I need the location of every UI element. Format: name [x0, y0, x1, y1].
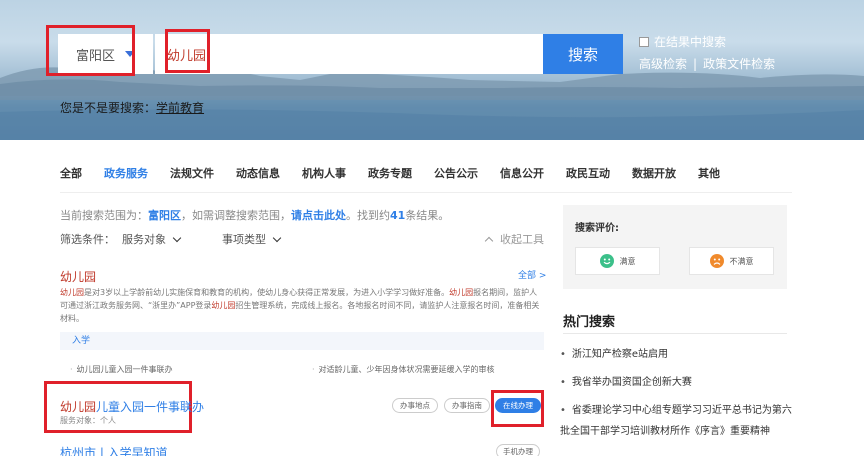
keyword-highlight: 幼儿园 — [211, 301, 236, 310]
tab-personnel[interactable]: 机构人事 — [302, 165, 346, 181]
suggestion-prefix: 您是不是要搜索： — [60, 101, 157, 115]
description-text: 是对3岁以上学龄前幼儿实施保育和教育的机构，使幼儿身心获得正常发展，为进入小学学… — [84, 288, 450, 297]
scope-text: 条结果。 — [405, 209, 450, 222]
tab-disclosure[interactable]: 信息公开 — [500, 165, 544, 181]
hot-search-title: 热门搜索 — [563, 315, 616, 330]
next-result-title-link[interactable]: 杭州市 | 入学早知道 — [60, 444, 168, 456]
evaluation-title: 搜索评价: — [575, 223, 619, 234]
advanced-links: 高级检索 | 政策文件检索 — [639, 55, 775, 72]
hot-search-item[interactable]: 省委理论学习中心组专题学习习近平总书记为第六批全国干部学习培训教材所作《序言》重… — [560, 400, 792, 442]
chevron-up-icon — [484, 236, 494, 246]
search-in-result-label: 在结果中搜索 — [654, 35, 727, 49]
filter-item-type-label: 事项类型 — [222, 233, 266, 246]
tab-government-services[interactable]: 政务服务 — [104, 165, 148, 181]
service-guide-button[interactable]: 办事指南 — [444, 398, 490, 413]
keyword-highlight: 幼儿园 — [60, 400, 97, 414]
unsatisfied-label: 不满意 — [729, 256, 754, 266]
search-evaluation-panel: 搜索评价: 满意 不满意 — [563, 205, 787, 289]
filter-label: 筛选条件： — [60, 233, 115, 246]
tab-open-data[interactable]: 数据开放 — [632, 165, 676, 181]
scope-region: 富阳区 — [148, 209, 181, 222]
advanced-search-link[interactable]: 高级检索 — [639, 57, 687, 71]
tab-news[interactable]: 动态信息 — [236, 165, 280, 181]
tab-all[interactable]: 全部 — [60, 165, 82, 181]
sub-item-link[interactable]: 对适龄儿童、少年因身体状况需要延缓入学的审核 — [312, 364, 495, 375]
result-description: 幼儿园是对3岁以上学龄前幼儿实施保育和教育的机构，使幼儿身心获得正常发展，为进入… — [60, 286, 544, 325]
tab-divider — [60, 192, 792, 193]
online-apply-button[interactable]: 在线办理 — [495, 398, 541, 413]
search-input[interactable] — [155, 34, 543, 74]
office-location-button[interactable]: 办事地点 — [392, 398, 438, 413]
region-value: 富阳区 — [76, 48, 116, 64]
satisfied-button[interactable]: 满意 — [575, 247, 660, 275]
caret-down-icon — [125, 51, 135, 57]
filter-service-target[interactable]: 服务对象 — [122, 231, 182, 247]
chevron-down-icon — [172, 233, 182, 243]
collapse-tools-button[interactable]: 收起工具 — [484, 231, 544, 247]
hot-search-item[interactable]: 我省举办国资国企创新大赛 — [560, 372, 792, 393]
tab-other[interactable]: 其他 — [698, 165, 720, 181]
search-results-page: 富阳区 搜索 在结果中搜索 高级检索 | 政策文件检索 您是不是要搜索：学前教育 全… — [0, 0, 864, 456]
keyword-highlight: 幼儿园 — [449, 288, 474, 297]
keyword-highlight: 幼儿园 — [60, 288, 84, 297]
service-title-text: 儿童入园一件事联办 — [96, 400, 205, 414]
search-in-result-option[interactable]: 在结果中搜索 — [639, 33, 726, 50]
search-button[interactable]: 搜索 — [543, 34, 623, 74]
search-scope-info: 当前搜索范围为：富阳区，如需调整搜索范围，请点击此处。找到约41条结果。 — [60, 207, 449, 223]
policy-search-link[interactable]: 政策文件检索 — [703, 57, 775, 71]
result-count: 41 — [390, 209, 406, 222]
checkbox-icon[interactable] — [639, 36, 649, 47]
result-title-link[interactable]: 幼儿园 — [60, 268, 96, 285]
link-separator: | — [693, 57, 698, 71]
scope-text: 。找到约 — [346, 209, 390, 222]
filter-item-type[interactable]: 事项类型 — [222, 231, 282, 247]
category-tabs: 全部 政务服务 法规文件 动态信息 机构人事 政务专题 公告公示 信息公开 政民… — [60, 165, 742, 181]
smile-face-icon — [599, 254, 614, 268]
service-title-link[interactable]: 幼儿园儿童入园一件事联办 — [60, 398, 204, 415]
hot-search-item[interactable]: 浙江知产检察e站启用 — [560, 344, 792, 365]
chevron-down-icon — [272, 233, 282, 243]
mobile-apply-button[interactable]: 手机办理 — [496, 444, 540, 456]
tab-announcements[interactable]: 公告公示 — [434, 165, 478, 181]
unsatisfied-button[interactable]: 不满意 — [689, 247, 774, 275]
sub-item-link[interactable]: 幼儿园儿童入园一件事联办 — [70, 364, 173, 375]
hot-search-divider — [563, 333, 787, 334]
category-bar[interactable]: 入学 — [60, 332, 544, 350]
tab-interaction[interactable]: 政民互动 — [566, 165, 610, 181]
region-select[interactable]: 富阳区 — [58, 34, 153, 74]
suggestion-link[interactable]: 学前教育 — [156, 101, 204, 115]
result-more-link[interactable]: 全部 > — [518, 268, 546, 281]
hero-banner: 富阳区 搜索 在结果中搜索 高级检索 | 政策文件检索 您是不是要搜索：学前教育 — [0, 0, 864, 140]
scope-text: ，如需调整搜索范围， — [181, 209, 291, 222]
scope-text: 当前搜索范围为： — [60, 209, 148, 222]
collapse-tools-label: 收起工具 — [500, 233, 544, 246]
sad-face-icon — [709, 254, 724, 268]
filter-service-target-label: 服务对象 — [122, 233, 166, 246]
search-suggestion: 您是不是要搜索：学前教育 — [60, 99, 204, 116]
service-target: 服务对象：个人 — [60, 416, 116, 425]
tab-topics[interactable]: 政务专题 — [368, 165, 412, 181]
satisfied-label: 满意 — [619, 256, 636, 266]
tab-regulations[interactable]: 法规文件 — [170, 165, 214, 181]
scope-change-link[interactable]: 请点击此处 — [291, 209, 346, 222]
